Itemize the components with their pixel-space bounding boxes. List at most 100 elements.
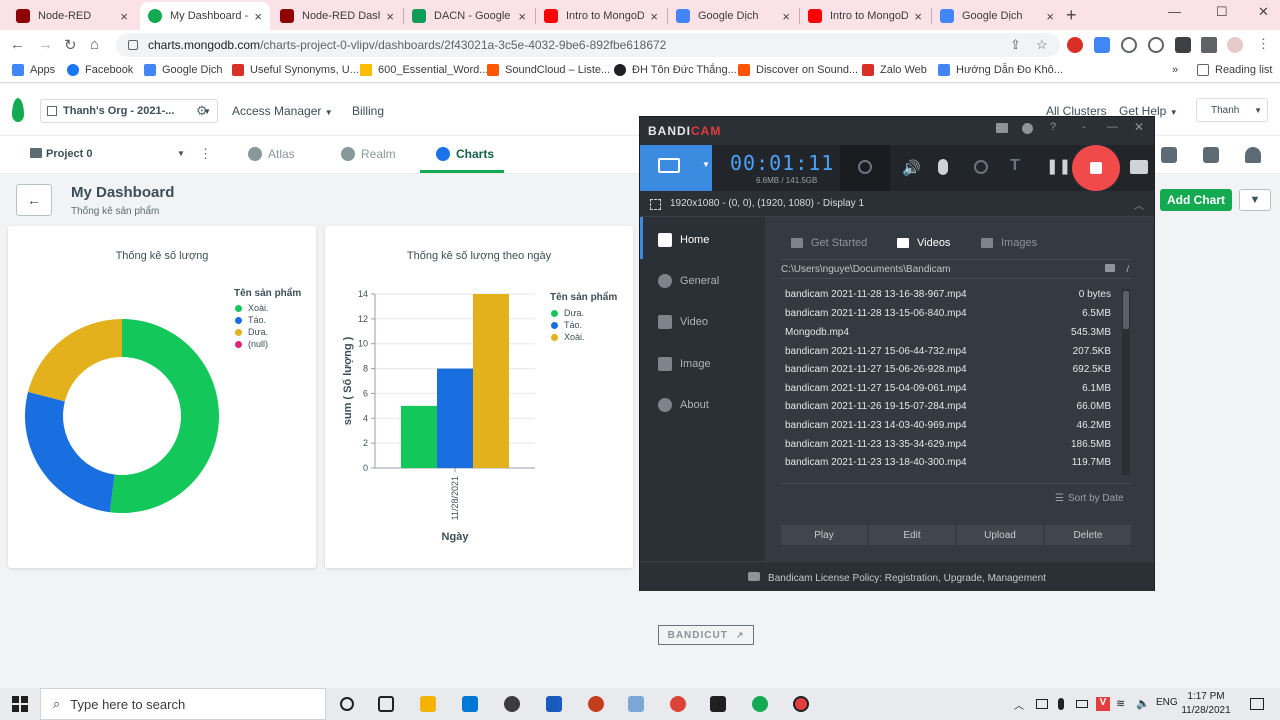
user-menu[interactable]: Thanh ▼: [1196, 98, 1268, 122]
volume-icon[interactable]: 🔈: [1136, 697, 1150, 710]
microphone-icon[interactable]: [938, 159, 948, 175]
chevron-down-icon[interactable]: ▼: [177, 149, 185, 158]
screen-mode-button[interactable]: ▼: [640, 145, 712, 191]
close-icon[interactable]: ×: [518, 9, 526, 24]
bar[interactable]: [401, 405, 437, 468]
media-control-icon[interactable]: [1201, 37, 1217, 53]
powerpoint-icon[interactable]: [588, 696, 604, 712]
add-chart-button[interactable]: Add Chart: [1160, 189, 1232, 211]
folder-icon[interactable]: [1105, 264, 1115, 272]
task-view-icon[interactable]: [378, 696, 394, 712]
browser-tab-active[interactable]: My Dashboard - M×: [140, 2, 270, 30]
tab-atlas[interactable]: Atlas: [248, 147, 295, 161]
address-bar[interactable]: charts.mongodb.com/charts-project-0-vlip…: [116, 33, 1060, 57]
mongodb-leaf-logo[interactable]: [12, 98, 24, 122]
list-item[interactable]: bandicam 2021-11-27 15-04-09-061.mp4 6.1M…: [785, 383, 1111, 394]
maximize-window-icon[interactable]: ☐: [1216, 4, 1228, 20]
notification-bell-icon[interactable]: [1245, 147, 1261, 163]
data-source-icon[interactable]: [1203, 147, 1219, 163]
bookmark-dh-ton-duc-thang[interactable]: ĐH Tôn Đức Thắng...: [614, 64, 737, 76]
donut-slice[interactable]: [28, 319, 123, 402]
share-icon[interactable]: ⇪: [1010, 37, 1021, 53]
filter-button[interactable]: ▼: [1239, 189, 1271, 211]
list-item[interactable]: bandicam 2021-11-23 13-35-34-629.mp4 186.…: [785, 439, 1111, 450]
user-add-icon[interactable]: [1161, 147, 1177, 163]
donut-slice[interactable]: [109, 319, 219, 513]
list-item[interactable]: bandicam 2021-11-23 13-18-40-300.mp4 119.…: [785, 457, 1111, 468]
bar[interactable]: [473, 294, 509, 468]
bookmark-600-essential[interactable]: 600_Essential_Word...: [360, 64, 488, 76]
list-item[interactable]: bandicam 2021-11-28 13-16-38-967.mp4 0 by…: [785, 289, 1111, 300]
bookmark-google-dich[interactable]: Google Dịch: [144, 64, 223, 76]
close-icon[interactable]: ×: [914, 9, 922, 24]
close-icon[interactable]: ×: [120, 9, 128, 24]
list-item[interactable]: bandicam 2021-11-23 14-03-40-969.mp4 46.2…: [785, 420, 1111, 431]
sort-by-date-button[interactable]: ☰ Sort by Date: [1055, 493, 1124, 504]
bookmark-huong-dan[interactable]: Hướng Dẫn Đo Khô...: [938, 64, 1063, 76]
sidebar-item-general[interactable]: General: [658, 274, 719, 288]
bookmark-star-icon[interactable]: ☆: [1036, 37, 1048, 53]
org-selector[interactable]: Thanh's Org - 2021-... ▼: [40, 99, 218, 123]
tab-charts[interactable]: Charts: [436, 147, 494, 161]
browser-tab[interactable]: Google Dịch ×: [932, 2, 1062, 30]
sidebar-item-about[interactable]: About: [658, 398, 709, 412]
collapse-icon[interactable]: -: [1082, 121, 1086, 133]
bookmark-soundcloud[interactable]: SoundCloud – Liste...: [487, 64, 610, 76]
bookmark-apps[interactable]: Apps: [12, 64, 55, 76]
network-device-icon[interactable]: [1036, 699, 1048, 709]
battery-icon[interactable]: [1076, 700, 1088, 708]
sidebar-item-video[interactable]: Video: [658, 315, 708, 329]
list-item[interactable]: bandicam 2021-11-27 15-06-26-928.mp4 692.…: [785, 364, 1111, 375]
windows-start-icon[interactable]: [12, 696, 28, 712]
taskbar-search-input[interactable]: ⌕ Type here to search: [40, 688, 326, 720]
list-item[interactable]: bandicam 2021-11-27 15-06-44-732.mp4 207.…: [785, 346, 1111, 357]
bandicut-button[interactable]: BANDICUT ↗: [658, 625, 754, 645]
list-item[interactable]: bandicam 2021-11-26 19-15-07-284.mp4 66.0…: [785, 401, 1111, 412]
reload-icon[interactable]: ↻: [64, 36, 77, 54]
vietkey-icon[interactable]: V: [1096, 697, 1110, 711]
file-list-scrollbar[interactable]: [1122, 289, 1130, 475]
google-translate-extension-icon[interactable]: [1094, 37, 1110, 53]
billing-link[interactable]: Billing: [352, 104, 384, 118]
close-icon[interactable]: ×: [254, 9, 262, 24]
input-language-indicator[interactable]: ENG: [1156, 697, 1178, 708]
bookmark-useful-synonyms[interactable]: Useful Synonyms, U...: [232, 64, 359, 76]
forward-arrow-icon[interactable]: →: [38, 36, 53, 53]
pause-icon[interactable]: ❚❚: [1046, 157, 1071, 175]
text-overlay-icon[interactable]: T: [1010, 157, 1020, 175]
wifi-icon[interactable]: ≋: [1116, 697, 1125, 710]
sidebar-item-image[interactable]: Image: [658, 357, 711, 371]
browser-tab[interactable]: Node-RED ×: [8, 2, 136, 30]
license-policy-link[interactable]: Bandicam License Policy: Registration, U…: [640, 561, 1154, 591]
app-icon[interactable]: [628, 696, 644, 712]
chart-card-donut[interactable]: Thống kê số lượng Tên sản phẩm Xoài. Táo…: [8, 226, 316, 568]
tab-get-started[interactable]: Get Started: [791, 237, 867, 249]
capture-area-info[interactable]: 1920x1080 - (0, 0), (1920, 1080) - Displ…: [640, 191, 1154, 217]
stop-recording-button[interactable]: [1072, 145, 1120, 191]
project-selector[interactable]: Project 0: [46, 148, 92, 160]
edit-button[interactable]: Edit: [869, 525, 955, 545]
reading-list-button[interactable]: Reading list: [1197, 64, 1272, 76]
delete-button[interactable]: Delete: [1045, 525, 1131, 545]
close-window-icon[interactable]: ✕: [1258, 4, 1269, 20]
bookmarks-overflow-icon[interactable]: »: [1172, 64, 1178, 76]
terminal-icon[interactable]: [710, 696, 726, 712]
folder-icon[interactable]: [996, 123, 1008, 133]
speaker-icon[interactable]: 🔊: [902, 159, 921, 177]
tray-overflow-icon[interactable]: ︿: [1014, 697, 1024, 712]
camera-snapshot-icon[interactable]: [1130, 160, 1148, 174]
mail-icon[interactable]: [462, 696, 478, 712]
cursor-effect-icon[interactable]: [974, 160, 988, 174]
notification-center-icon[interactable]: [1250, 698, 1264, 710]
back-arrow-icon[interactable]: ←: [10, 36, 25, 53]
webcam-button[interactable]: [840, 145, 890, 191]
profile-avatar[interactable]: [1227, 37, 1243, 53]
browser-tab[interactable]: Node-RED Dashb×: [272, 2, 402, 30]
donut-slice[interactable]: [24, 391, 115, 513]
access-manager-menu[interactable]: Access Manager ▼: [232, 104, 333, 118]
chevron-up-icon[interactable]: ︿: [1134, 197, 1144, 212]
browser-tab[interactable]: Intro to MongoD ×: [800, 2, 930, 30]
browser-tab[interactable]: DACN - Google S ×: [404, 2, 534, 30]
chrome-icon[interactable]: [670, 696, 686, 712]
upload-button[interactable]: Upload: [957, 525, 1043, 545]
